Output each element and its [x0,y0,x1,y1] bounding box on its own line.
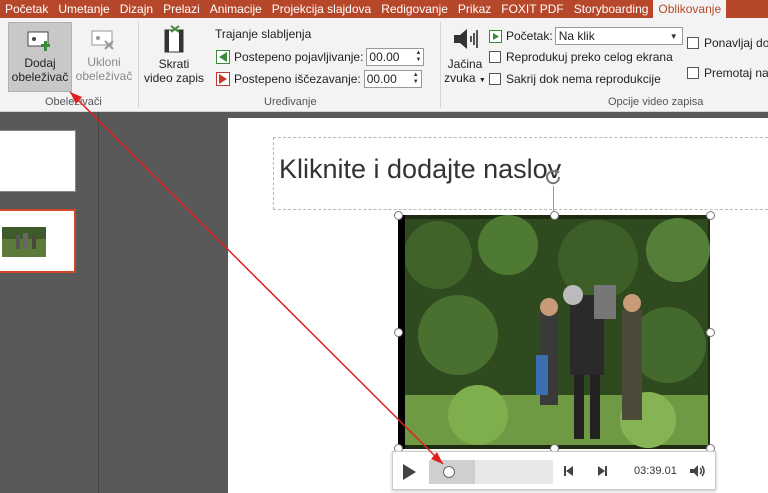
play-fullscreen-row[interactable]: Reprodukuj preko celog ekrana [489,50,673,64]
start-label: Početak: [506,29,553,43]
tab-1[interactable]: Umetanje [53,0,114,18]
tab-0[interactable]: Početak [0,0,53,18]
trim-video-label-2: video zapis [143,71,205,85]
tab-3[interactable]: Prelazi [158,0,205,18]
add-bookmark-button[interactable]: Dodaj obeleživač [8,22,72,92]
tab-7[interactable]: Prikaz [453,0,496,18]
volume-label-2: zvuka ▼ [444,71,486,88]
volume-button[interactable]: Jačina zvuka ▼ [444,22,486,92]
media-controls-bar: 03:39.01 [392,451,716,490]
add-bookmark-icon [27,31,50,51]
rotate-handle-icon[interactable] [544,168,564,188]
rewind-checkbox[interactable] [687,67,699,79]
play-icon[interactable] [401,463,417,481]
fade-out-input[interactable]: 00.00 ▲ ▼ [363,70,422,88]
fade-in-label: Postepeno pojavljivanje: [234,50,364,64]
loop-label: Ponavljaj do [704,36,768,50]
fade-in-spinner-icon[interactable]: ▲ ▼ [415,50,421,64]
bookmarks-group-label: Obeleživači [45,96,102,108]
hide-not-playing-label: Sakrij dok nema reprodukcije [506,72,661,86]
media-progress-knob[interactable] [442,466,455,478]
tab-8[interactable]: FOXIT PDF [496,0,568,18]
title-placeholder-text[interactable]: Kliknite i dodajte naslov [279,154,561,185]
tab-4[interactable]: Animacije [205,0,267,18]
fade-in-value: 00.00 [369,50,400,64]
fade-out-icon [216,72,230,86]
remove-bookmark-label-1: Ukloni [87,55,121,69]
resize-handle-top[interactable] [550,211,559,220]
rewind-row[interactable]: Premotaj na [687,66,768,80]
mute-speaker-icon[interactable] [689,464,707,478]
fade-out-label: Postepeno iščezavanje: [234,72,361,86]
loop-row[interactable]: Ponavljaj do [687,36,768,50]
fade-in-icon [216,50,230,64]
start-select-value: Na klik [558,29,595,43]
tab-5[interactable]: Projekcija slajdova [267,0,376,18]
resize-handle-right[interactable] [706,328,715,337]
fade-out-value: 00.00 [366,72,397,86]
ribbon: Dodaj obeleživač Ukloni obeleživač Obele… [0,18,768,112]
remove-bookmark-icon [91,30,114,50]
media-progress-track[interactable] [429,460,553,484]
slide-thumbnail-1[interactable] [0,130,76,192]
step-back-icon[interactable] [563,465,575,477]
volume-label-2-text: zvuka [444,71,476,85]
video-options-group-label: Opcije video zapisa [608,96,704,108]
tab-2[interactable]: Dizajn [115,0,158,18]
chevron-down-icon: ▼ [669,32,678,41]
remove-bookmark-label-2: obeleživač [75,69,133,83]
resize-handle-top-right[interactable] [706,211,715,220]
tab-6[interactable]: Redigovanje [376,0,453,18]
resize-handle-left[interactable] [394,328,403,337]
fade-out-row: Postepeno iščezavanje: 00.00 ▲ ▼ [216,70,422,88]
hide-not-playing-row[interactable]: Sakrij dok nema reprodukcije [489,72,661,86]
chevron-down-icon: ▼ [478,77,486,84]
rewind-label: Premotaj na [704,66,768,80]
fade-in-row: Postepeno pojavljivanje: 00.00 ▲ ▼ [216,48,425,66]
fade-duration-heading: Trajanje slabljenja [215,27,312,41]
resize-handle-top-left[interactable] [394,211,403,220]
start-icon [489,29,502,43]
slide-thumbnail-2[interactable] [0,209,76,273]
trim-video-button[interactable]: Skrati video zapis [142,22,206,92]
slide-thumbnail-video-preview [2,227,46,257]
step-forward-icon[interactable] [596,465,608,477]
ribbon-separator [440,22,441,108]
volume-label-1: Jačina [447,57,483,71]
add-bookmark-label-1: Dodaj [24,56,56,70]
start-row: Početak: Na klik ▼ [489,27,683,45]
trim-video-icon [164,25,184,53]
start-select[interactable]: Na klik ▼ [554,27,683,45]
video-frame[interactable] [398,215,710,449]
hide-not-playing-checkbox[interactable] [489,73,501,85]
ribbon-tab-bar: Početak Umetanje Dizajn Prelazi Animacije Pro… [0,0,768,18]
speaker-icon [454,29,478,49]
fade-out-spinner-icon[interactable]: ▲ ▼ [413,72,419,86]
rotate-handle-stem [553,186,554,212]
ribbon-separator [138,22,139,108]
tab-10[interactable]: Oblikovanje [653,0,727,18]
media-time: 03:39.01 [634,465,677,477]
trim-video-label-1: Skrati [158,57,190,71]
editing-group-label: Uređivanje [264,96,317,108]
fade-in-input[interactable]: 00.00 ▲ ▼ [366,48,425,66]
panel-divider[interactable] [98,112,99,493]
add-bookmark-label-2: obeleživač [11,70,69,84]
play-fullscreen-checkbox[interactable] [489,51,501,63]
remove-bookmark-button[interactable]: Ukloni obeleživač [73,22,135,92]
play-fullscreen-label: Reprodukuj preko celog ekrana [506,50,673,64]
loop-checkbox[interactable] [687,37,699,49]
tab-9[interactable]: Storyboarding [569,0,654,18]
